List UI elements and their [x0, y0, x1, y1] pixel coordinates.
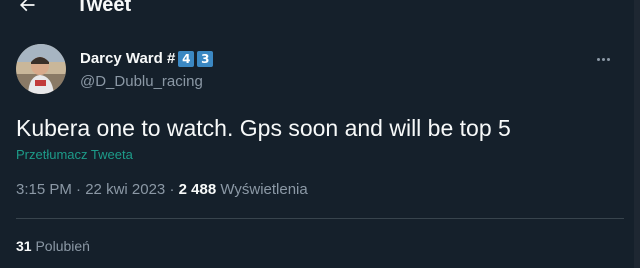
author-handle[interactable]: @D_Dublu_racing: [80, 73, 203, 91]
arrow-left-icon: [19, 0, 35, 12]
scrollbar[interactable]: [634, 0, 640, 268]
keycap-badge: 3: [197, 51, 214, 67]
views-count: 2 488: [178, 181, 217, 198]
back-button[interactable]: [10, 0, 44, 22]
tweet-date[interactable]: 22 kwi 2023: [85, 181, 165, 198]
views-label: Wyświetlenia: [220, 181, 308, 198]
avatar[interactable]: [16, 44, 66, 94]
tweet-text: Kubera one to watch. Gps soon and will b…: [16, 115, 511, 141]
avatar-image: [16, 44, 66, 94]
tweet-meta: 3:15 PM · 22 kwi 2023 · 2 488 Wyświetlen…: [16, 181, 308, 199]
tweet-page: Tweet Darcy Ward # 4 3 @D_Dublu_racing K…: [0, 0, 640, 268]
meta-separator: ·: [76, 181, 82, 198]
more-dot: [601, 57, 605, 61]
likes-label: Polubień: [35, 238, 90, 254]
divider: [16, 218, 624, 219]
more-options-button[interactable]: [590, 50, 616, 68]
translate-tweet-link[interactable]: Przetłumacz Tweeta: [16, 147, 133, 163]
author-display-name: Darcy Ward #: [80, 50, 176, 67]
likes-stat[interactable]: 31 Polubień: [16, 238, 90, 255]
author-name[interactable]: Darcy Ward # 4 3: [80, 50, 214, 68]
page-title: Tweet: [76, 0, 132, 16]
tweet-time[interactable]: 3:15 PM: [16, 181, 72, 198]
more-dots-icon: [596, 57, 600, 61]
meta-separator: ·: [169, 181, 175, 198]
keycap-badge: 4: [178, 51, 195, 67]
more-dot: [606, 57, 610, 61]
likes-count: 31: [16, 238, 32, 254]
